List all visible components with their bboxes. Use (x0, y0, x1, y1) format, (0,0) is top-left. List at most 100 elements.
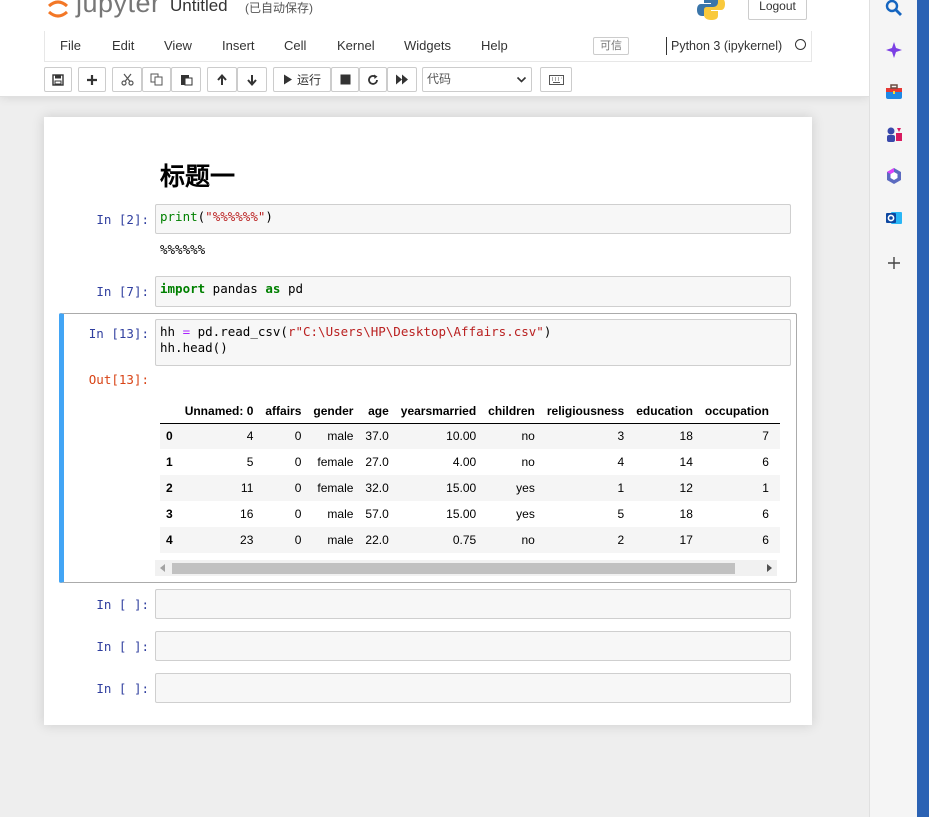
menu-edit[interactable]: Edit (112, 38, 134, 53)
row-index: 3 (166, 507, 173, 521)
horizontal-scrollbar[interactable] (155, 560, 777, 576)
arrow-up-icon (217, 73, 227, 85)
column-header: yearsmarried (394, 381, 483, 424)
code-cell-input[interactable]: import pandas as pd (155, 276, 791, 307)
table-row: 3 16 0 male 57.0 15.00 yes 5 18 6 (160, 501, 780, 527)
copy-button[interactable] (142, 67, 171, 92)
cell-type-select[interactable]: 代码 (422, 67, 532, 92)
python-logo-icon (697, 0, 725, 20)
column-header: affairs (259, 381, 308, 424)
table-cell: 6 (762, 533, 769, 547)
input-prompt: In [ ]: (96, 597, 149, 612)
table-cell: 15.00 (446, 481, 477, 495)
toolbar: 运行 代码 (44, 67, 812, 93)
add-icon[interactable] (883, 252, 905, 274)
copilot-sparkle-icon[interactable] (883, 39, 905, 61)
menu-help[interactable]: Help (481, 38, 508, 53)
table-cell: 4 (246, 429, 254, 444)
window-edge (917, 0, 929, 817)
command-palette-button[interactable] (540, 67, 572, 92)
table-row: 4 23 0 male 22.0 0.75 no 2 17 6 (160, 527, 780, 553)
interrupt-kernel-button[interactable] (331, 67, 359, 92)
code-token: pandas (205, 281, 266, 296)
table-cell: 0.75 (452, 533, 477, 547)
table-cell (775, 501, 780, 527)
code-token: = (182, 324, 191, 339)
notebook-name[interactable]: Untitled (170, 0, 228, 16)
column-header: ra (774, 381, 780, 424)
refresh-icon (368, 74, 378, 85)
code-cell-input[interactable] (155, 673, 791, 703)
dataframe-output: Unnamed: 0 affairs gender age yearsmarried ch… (160, 381, 780, 561)
scrollbar-thumb[interactable] (172, 563, 735, 574)
input-prompt: In [ ]: (96, 639, 149, 654)
outlook-icon[interactable] (883, 207, 905, 229)
code-token: as (265, 281, 281, 296)
column-header: Unnamed: 0 (178, 381, 260, 424)
table-cell: 12 (679, 481, 693, 495)
save-button[interactable] (44, 67, 72, 92)
code-token: ) (543, 324, 552, 339)
scroll-right-arrow-icon[interactable] (766, 564, 772, 572)
table-cell: 37.0 (365, 429, 389, 444)
input-prompt: In [7]: (96, 284, 149, 299)
cut-button[interactable] (112, 67, 142, 92)
logout-button[interactable]: Logout (748, 0, 807, 20)
jupyter-logo[interactable]: jupyter (46, 0, 176, 20)
markdown-heading[interactable]: 标题一 (160, 157, 235, 193)
table-cell: 5 (246, 455, 254, 469)
code-cell-input[interactable] (155, 631, 791, 661)
keyboard-icon (548, 74, 564, 85)
table-cell (775, 449, 780, 475)
play-icon (283, 74, 292, 85)
paste-button[interactable] (171, 67, 201, 92)
insert-cell-button[interactable] (78, 67, 106, 92)
move-up-button[interactable] (207, 67, 237, 92)
scroll-left-arrow-icon[interactable] (160, 564, 166, 572)
table-cell: 32.0 (365, 481, 389, 495)
code-token: r"C:\Users\HP\Desktop\Affairs.csv" (287, 324, 544, 339)
games-icon[interactable] (883, 123, 905, 145)
code-cell-input[interactable]: print("%%%%%%") (155, 204, 791, 234)
table-cell: 14 (679, 455, 693, 469)
search-icon[interactable] (883, 0, 905, 19)
move-down-button[interactable] (237, 67, 267, 92)
menu-widgets[interactable]: Widgets (404, 38, 451, 53)
code-cell-input[interactable] (155, 589, 791, 619)
cell-type-value: 代码 (427, 72, 452, 86)
table-cell (775, 527, 780, 553)
table-cell: 16 (240, 507, 254, 521)
column-header: age (359, 381, 395, 424)
menu-cell[interactable]: Cell (284, 38, 306, 53)
row-index: 2 (166, 481, 173, 495)
table-cell: 4 (617, 455, 625, 469)
table-cell: 5 (617, 507, 625, 521)
table-cell: 6 (762, 455, 769, 469)
table-cell: 27.0 (365, 455, 389, 469)
menu-file[interactable]: File (60, 38, 81, 53)
menu-view[interactable]: View (164, 38, 192, 53)
code-token: "%%%%%%" (205, 209, 266, 224)
restart-run-all-button[interactable] (387, 67, 417, 92)
browser-sidebar (869, 0, 917, 817)
kernel-idle-indicator-icon (795, 39, 806, 50)
table-cell: 2 (617, 533, 625, 547)
table-cell: 0 (294, 481, 302, 495)
menu-insert[interactable]: Insert (222, 38, 255, 53)
menu-kernel[interactable]: Kernel (337, 38, 375, 53)
restart-kernel-button[interactable] (359, 67, 387, 92)
briefcase-icon[interactable] (883, 81, 905, 103)
code-token: print (160, 209, 198, 224)
kernel-name: Python 3 (ipykernel) (666, 37, 782, 55)
input-prompt: In [ ]: (96, 681, 149, 696)
table-cell: 6 (762, 507, 769, 521)
save-icon (52, 73, 64, 86)
table-cell: no (521, 455, 535, 469)
trusted-indicator[interactable]: 可信 (593, 37, 629, 55)
microsoft365-icon[interactable] (883, 165, 905, 187)
table-cell: 15.00 (446, 507, 477, 521)
column-header: gender (307, 381, 360, 424)
table-cell: 7 (762, 429, 769, 444)
run-button[interactable]: 运行 (273, 67, 331, 92)
code-cell-input[interactable]: hh = pd.read_csv(r"C:\Users\HP\Desktop\A… (155, 319, 791, 366)
